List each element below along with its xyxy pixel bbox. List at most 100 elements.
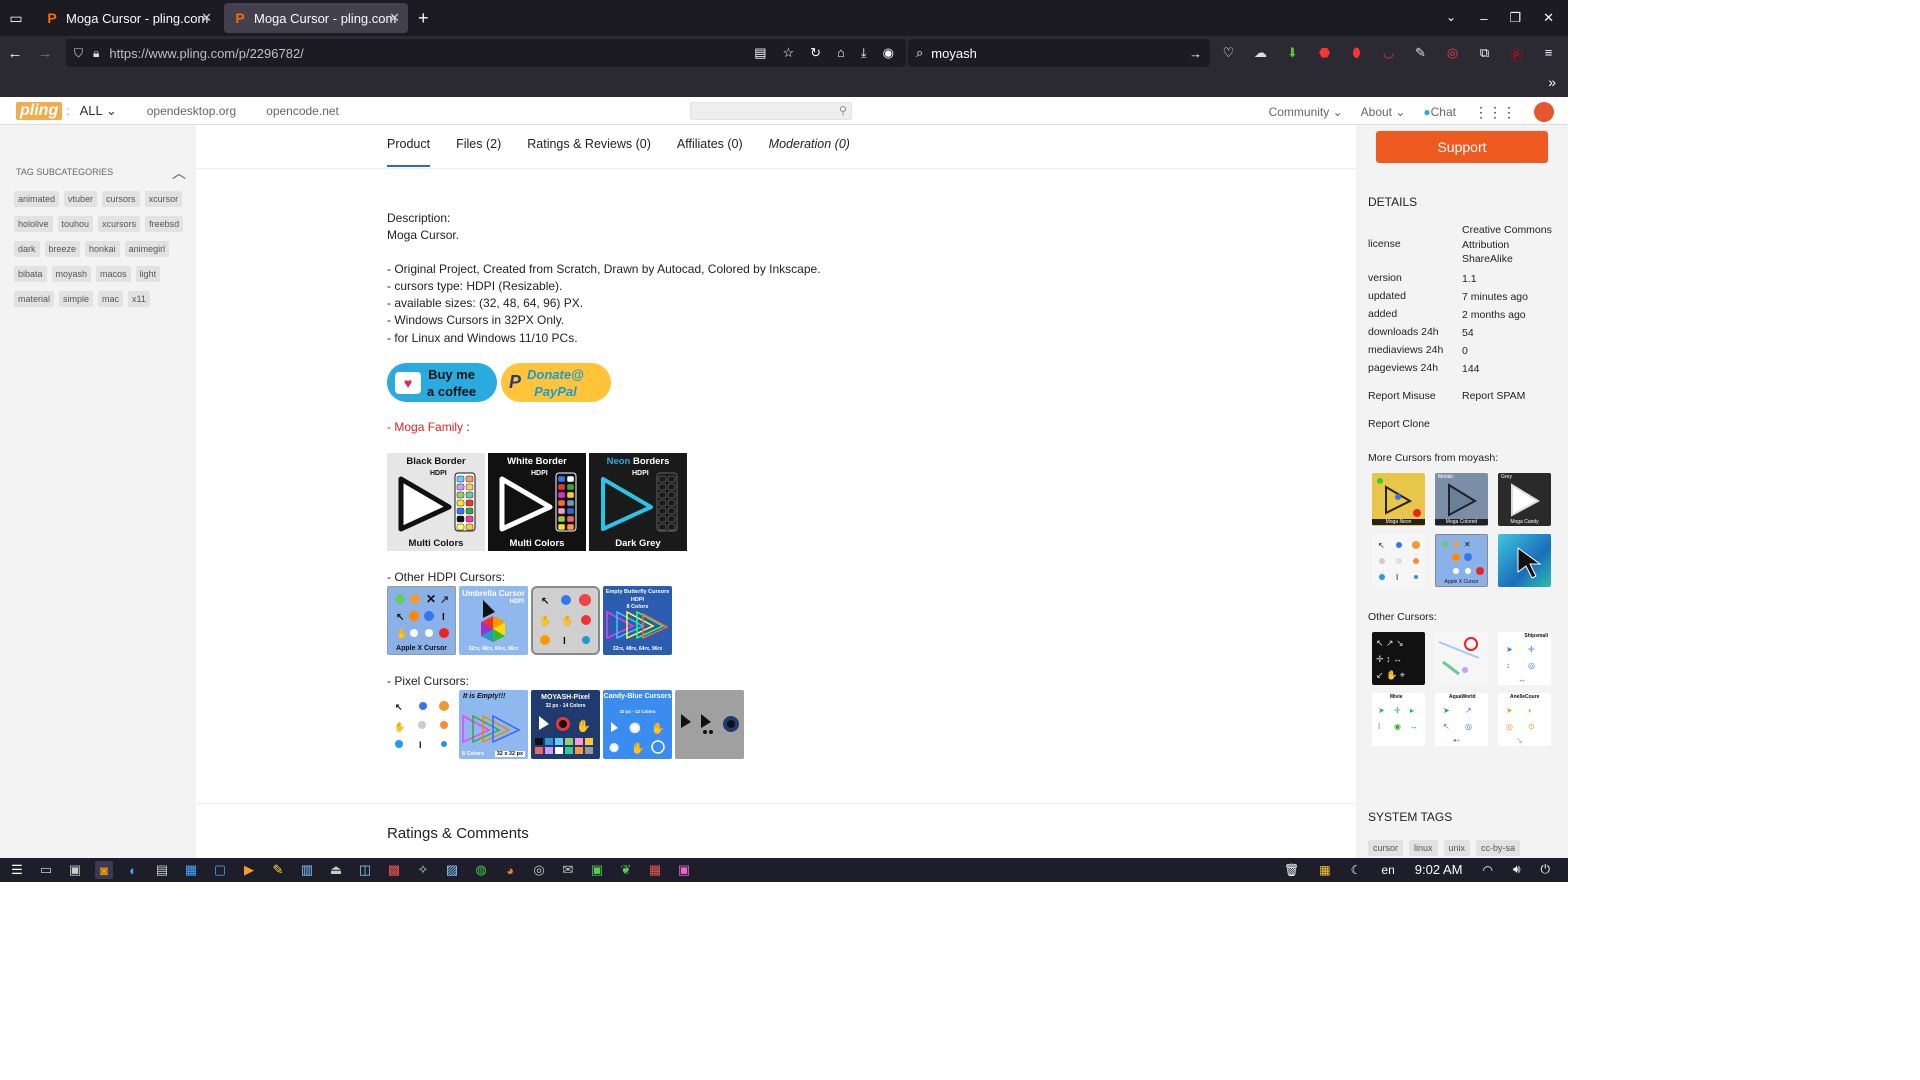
support-button[interactable]: Support xyxy=(1376,131,1548,163)
moyash-cursor-set-thumb[interactable]: ↖ I xyxy=(1372,534,1425,587)
app-blue-icon[interactable]: ◐ xyxy=(124,861,142,879)
app-green-icon[interactable]: ▣ xyxy=(588,861,606,879)
empty-butterfly-cursors-thumb[interactable]: Empty Butterfly Cursors HDPI 8 Colors 32… xyxy=(603,586,672,655)
trash-icon[interactable]: 🗑︎ xyxy=(1284,863,1299,877)
app-display-icon[interactable]: ▩ xyxy=(385,861,403,879)
terminal-icon[interactable]: ▣ xyxy=(66,861,84,879)
shipsmall-thumb[interactable]: Shipsmall ➤ ✛ ↕ ◎ ↔ xyxy=(1498,632,1551,685)
extension-cloud-icon[interactable]: ☁ xyxy=(1252,45,1269,64)
tag-honkai[interactable]: honkai xyxy=(85,241,120,257)
tab-files[interactable]: Files (2) xyxy=(456,137,501,167)
adblock-icon[interactable]: ⬣ xyxy=(1316,45,1333,64)
pocket-icon[interactable]: ♡ xyxy=(1220,45,1237,64)
tag-bibata[interactable]: bibata xyxy=(14,266,47,282)
system-tag[interactable]: cursor xyxy=(1368,840,1404,856)
night-light-icon[interactable]: ☾ xyxy=(1351,863,1362,877)
menu-hamburger-icon[interactable]: ≡ xyxy=(1540,45,1557,64)
close-tab-icon[interactable]: ✕ xyxy=(389,10,400,26)
app-leaf-icon[interactable]: ❦ xyxy=(617,861,635,879)
moga-colored-thumb[interactable]: Metalic Moga Colored xyxy=(1435,473,1488,526)
overflow-chevron-icon[interactable]: » xyxy=(1548,74,1556,90)
grey-pixel-cursors-thumb[interactable] xyxy=(675,690,744,759)
files-icon[interactable]: ▭ xyxy=(37,861,55,879)
app-image-icon[interactable]: ▨ xyxy=(443,861,461,879)
system-tag[interactable]: cc-by-sa xyxy=(1476,840,1521,856)
bookmark-star-icon[interactable]: ☆ xyxy=(782,45,794,61)
tag-animated[interactable]: animated xyxy=(14,191,60,207)
anellecoure-thumb[interactable]: AnelleCoure ➤ ◐ ◎ ⊙ ↘ xyxy=(1498,693,1551,746)
app-notes-icon[interactable]: ✎ xyxy=(269,861,287,879)
extensions-puzzle-icon[interactable]: ⧉ xyxy=(1476,45,1493,64)
language-indicator[interactable]: en xyxy=(1381,863,1394,877)
download-manager-icon[interactable]: ⬇ xyxy=(1284,45,1301,64)
home-icon[interactable]: ⌂ xyxy=(837,45,845,61)
buy-me-a-coffee-button[interactable]: ♥ Buy me a coffee xyxy=(387,363,497,402)
app-doc-icon[interactable]: ▤ xyxy=(153,861,171,879)
shield-icon[interactable]: ⛉ xyxy=(74,46,83,61)
tag-freebsd[interactable]: freebsd xyxy=(145,216,184,232)
tag-hololive[interactable]: hololive xyxy=(14,216,53,232)
tag-x11[interactable]: x11 xyxy=(128,291,150,307)
system-tag[interactable]: linux xyxy=(1409,840,1438,856)
moyash-pixel-thumb[interactable]: MOYASH-Pixel 32 px - 14 Colors ✋ xyxy=(531,690,600,759)
moga-family-link[interactable]: Moga Family xyxy=(394,420,463,434)
umbrella-cursor-thumb[interactable]: Umbrella Cursor HDPI 32rx, 48rx, 64rx, 9… xyxy=(459,586,528,655)
apps-grid-icon[interactable]: ⋮⋮⋮ xyxy=(1474,104,1516,121)
extension-mask-icon[interactable]: ◡ xyxy=(1380,45,1397,64)
avatar[interactable] xyxy=(1534,102,1554,122)
restore-icon[interactable]: ❐ xyxy=(1509,10,1521,26)
reload-icon[interactable]: ↻ xyxy=(810,45,821,61)
app-tiles-icon[interactable]: ▦ xyxy=(1319,863,1330,877)
system-tag[interactable]: unix xyxy=(1443,840,1471,856)
tag-vtuber[interactable]: vtuber xyxy=(64,191,98,207)
tag-xcursors[interactable]: xcursors xyxy=(98,216,141,232)
community-menu[interactable]: Community ⌄ xyxy=(1269,105,1343,119)
pinterest-icon[interactable]: Ⓟ xyxy=(1508,45,1525,64)
tab-moderation[interactable]: Moderation (0) xyxy=(769,137,850,167)
clock[interactable]: 9:02 AM xyxy=(1415,862,1463,877)
power-icon[interactable]: ⏻ xyxy=(1541,862,1551,877)
store-icon[interactable]: ◙ xyxy=(95,861,113,879)
apple-x-cursor-mini-thumb[interactable]: ✕ Apple X Cursor xyxy=(1435,534,1488,587)
back-icon[interactable]: ← xyxy=(0,45,30,62)
search-bar[interactable]: ⌕ moyash → xyxy=(908,39,1210,67)
report-misuse-link[interactable]: Report Misuse xyxy=(1368,390,1436,402)
tag-cursors[interactable]: cursors xyxy=(102,191,140,207)
app-disc-icon[interactable]: ◎ xyxy=(530,861,548,879)
close-tab-icon[interactable]: ✕ xyxy=(201,10,212,26)
app-monitor-icon[interactable]: ▥ xyxy=(298,861,316,879)
aquaworld-thumb[interactable]: AquaWorld ➤ ↗ ↖ ◎ ➸ xyxy=(1435,693,1488,746)
tab-overview-icon[interactable]: ▭ xyxy=(0,0,32,36)
candy-blue-cursors-thumb[interactable]: Candy-Blue Cursors 32 px - 12 Colors ✺ ✋ … xyxy=(603,690,672,759)
moga-neon-thumb[interactable]: Moga Neon xyxy=(1372,473,1425,526)
search-icon[interactable]: ⚲ xyxy=(839,104,847,117)
reader-view-icon[interactable]: ▤ xyxy=(754,45,766,61)
app-screenshot-icon[interactable]: ▢ xyxy=(211,861,229,879)
site-search-input[interactable]: ⚲ xyxy=(690,102,852,120)
grammarly-icon[interactable]: ◉ xyxy=(883,45,894,61)
mail-icon[interactable]: ✉ xyxy=(559,861,577,879)
app-settings-icon[interactable]: ✧ xyxy=(414,861,432,879)
tag-mac[interactable]: mac xyxy=(98,291,124,307)
volume-icon[interactable]: 🔊︎ xyxy=(1513,862,1521,877)
tag-light[interactable]: light xyxy=(135,266,161,282)
firefox-icon[interactable]: ◕ xyxy=(501,861,519,879)
link-opendesktop[interactable]: opendesktop.org xyxy=(147,104,236,118)
tag-moyash[interactable]: moyash xyxy=(51,266,92,282)
browser-tab-2[interactable]: P Moga Cursor - pling.com ✕ xyxy=(224,3,408,33)
tag-touhou[interactable]: touhou xyxy=(57,216,94,232)
chrome-icon[interactable]: ◍ xyxy=(472,861,490,879)
extension-circle-icon[interactable]: ◎ xyxy=(1444,45,1461,64)
extension-feather-icon[interactable]: ✎ xyxy=(1412,45,1429,64)
tag-material[interactable]: material xyxy=(14,291,55,307)
donate-paypal-button[interactable]: P Donate@ PayPal xyxy=(501,363,611,402)
all-dropdown[interactable]: ALL ⌄ xyxy=(80,103,117,119)
tag-breeze[interactable]: breeze xyxy=(44,241,81,257)
moga-neon-borders-card[interactable]: Neon Borders HDPI Dark Grey xyxy=(589,453,687,551)
new-tab-icon[interactable]: + xyxy=(418,8,429,29)
report-clone-link[interactable]: Report Clone xyxy=(1368,418,1430,430)
lock-icon[interactable]: 🔒︎ xyxy=(93,46,99,61)
tab-ratings-reviews[interactable]: Ratings & Reviews (0) xyxy=(527,137,651,167)
wifi-icon[interactable]: ◠ xyxy=(1482,863,1492,877)
start-menu-icon[interactable]: ☰ xyxy=(8,861,26,879)
